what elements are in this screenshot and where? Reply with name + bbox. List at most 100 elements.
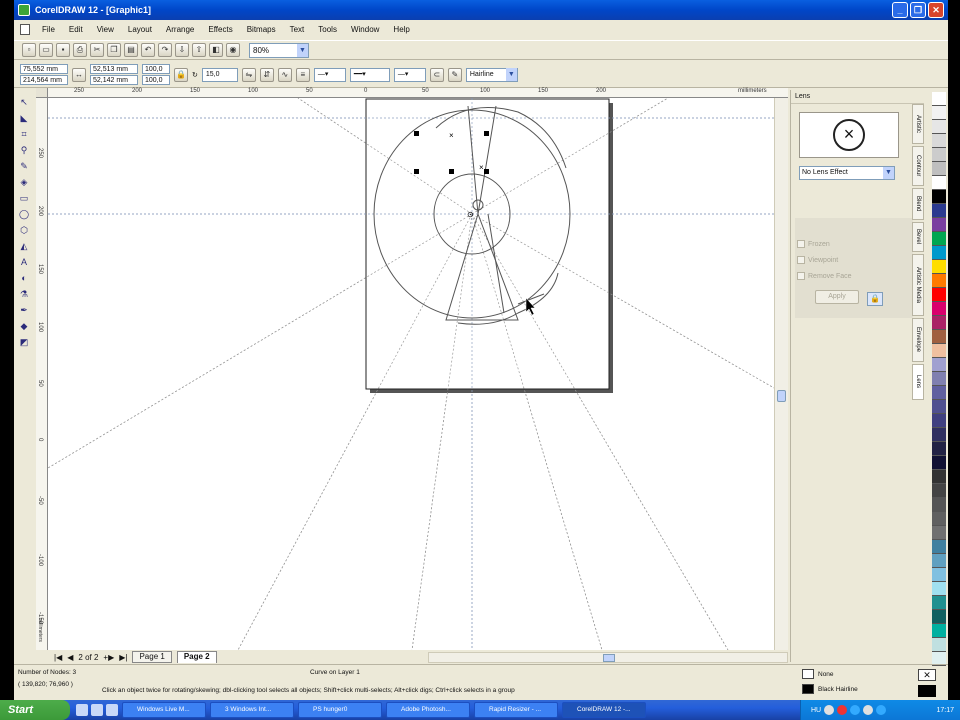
remove-face-checkbox[interactable]: Remove Face xyxy=(797,272,852,280)
tray-icon[interactable] xyxy=(863,705,874,715)
color-swatch[interactable] xyxy=(932,568,946,582)
quick-launch-icon[interactable] xyxy=(106,704,118,716)
smart-fill-tool-icon[interactable]: ◈ xyxy=(17,176,31,189)
maximize-button[interactable]: ❐ xyxy=(910,2,926,18)
color-swatch[interactable] xyxy=(932,512,946,526)
end-arrow-select[interactable]: —▾ xyxy=(393,67,426,82)
tab-artistic-media[interactable]: Artistic Media xyxy=(912,254,924,316)
chevron-down-icon[interactable]: ▼ xyxy=(883,167,894,179)
color-swatch[interactable] xyxy=(932,232,946,246)
menu-arrange[interactable]: Arrange xyxy=(164,25,196,34)
rotation-angle-field[interactable]: 15,0 xyxy=(201,67,238,82)
menu-layout[interactable]: Layout xyxy=(126,25,154,34)
color-swatch[interactable] xyxy=(932,414,946,428)
first-page-icon[interactable]: |◀ xyxy=(54,653,62,662)
minimize-button[interactable]: _ xyxy=(892,2,908,18)
menu-bitmaps[interactable]: Bitmaps xyxy=(245,25,278,34)
undo-icon[interactable]: ↶ xyxy=(141,43,155,57)
width-field[interactable]: 52,513 mm xyxy=(90,64,138,74)
zoom-level-select[interactable]: 80% ▼ xyxy=(249,42,309,58)
export-icon[interactable]: ⇧ xyxy=(192,43,206,57)
menu-file[interactable]: File xyxy=(40,25,57,34)
pick-tool-icon[interactable]: ↖ xyxy=(17,96,31,109)
node-handle[interactable] xyxy=(449,169,454,174)
vertical-scroll-thumb[interactable] xyxy=(777,390,786,402)
new-document-icon[interactable]: ▫ xyxy=(22,43,36,57)
menu-window[interactable]: Window xyxy=(349,25,381,34)
color-swatch[interactable] xyxy=(932,176,946,190)
color-swatch[interactable] xyxy=(932,582,946,596)
lock-ratio-icon[interactable]: 🔒 xyxy=(174,67,188,82)
interactive-blend-tool-icon[interactable]: ◐ xyxy=(17,272,31,285)
color-swatch[interactable] xyxy=(932,372,946,386)
lens-effect-select[interactable]: No Lens Effect ▼ xyxy=(799,166,895,180)
menu-text[interactable]: Text xyxy=(288,25,307,34)
tab-bevel[interactable]: Bevel xyxy=(912,222,924,252)
color-swatch[interactable] xyxy=(932,92,946,106)
color-swatch[interactable] xyxy=(932,428,946,442)
color-swatch[interactable] xyxy=(932,162,946,176)
lock-icon[interactable]: 🔒 xyxy=(867,292,883,306)
color-swatch[interactable] xyxy=(932,302,946,316)
mirror-vertical-icon[interactable]: ⇵ xyxy=(259,67,274,82)
color-swatch[interactable] xyxy=(932,540,946,554)
rectangle-tool-icon[interactable]: ▭ xyxy=(17,192,31,205)
color-swatch[interactable] xyxy=(932,148,946,162)
tab-contour[interactable]: Contour xyxy=(912,146,924,186)
no-fill-swatch-icon[interactable]: ✕ xyxy=(918,669,936,681)
color-swatch[interactable] xyxy=(932,638,946,652)
freehand-tool-icon[interactable]: ✎ xyxy=(17,160,31,173)
start-arrow-select[interactable]: —▾ xyxy=(313,67,346,82)
outline-color-swatch[interactable] xyxy=(918,685,936,697)
color-swatch[interactable] xyxy=(932,484,946,498)
color-swatch[interactable] xyxy=(932,204,946,218)
scale-y-field[interactable]: 100,0 xyxy=(142,75,170,85)
zoom-tool-icon[interactable]: ⚲ xyxy=(17,144,31,157)
close-curve-icon[interactable]: ⊂ xyxy=(429,67,444,82)
print-icon[interactable]: ⎙ xyxy=(73,43,87,57)
outline-pen-icon[interactable]: ✎ xyxy=(447,67,462,82)
text-tool-icon[interactable]: A xyxy=(17,256,31,269)
checkbox-box[interactable] xyxy=(797,240,805,248)
node-handle[interactable] xyxy=(484,131,489,136)
outline-width-select[interactable]: Hairline ▼ xyxy=(465,67,518,82)
color-swatch[interactable] xyxy=(932,120,946,134)
ellipse-tool-icon[interactable]: ◯ xyxy=(17,208,31,221)
color-swatch[interactable] xyxy=(932,134,946,148)
tray-icon[interactable] xyxy=(837,705,848,715)
tab-lens[interactable]: Lens xyxy=(912,364,924,400)
open-icon[interactable]: ▭ xyxy=(39,43,53,57)
color-palette[interactable] xyxy=(932,92,946,667)
color-swatch[interactable] xyxy=(932,596,946,610)
menu-help[interactable]: Help xyxy=(391,25,411,34)
tab-page-2[interactable]: Page 2 xyxy=(176,651,217,663)
node-handle[interactable] xyxy=(414,131,419,136)
document-icon[interactable] xyxy=(20,23,30,35)
close-button[interactable]: ✕ xyxy=(928,2,944,18)
crop-tool-icon[interactable]: ⌗ xyxy=(17,128,31,141)
node-handle[interactable] xyxy=(484,169,489,174)
import-icon[interactable]: ⇩ xyxy=(175,43,189,57)
taskbar-button[interactable]: Windows Live M... xyxy=(122,702,206,718)
tray-icon[interactable] xyxy=(850,705,861,715)
vertical-scrollbar[interactable] xyxy=(774,98,788,650)
shape-tool-icon[interactable]: ◣ xyxy=(17,112,31,125)
color-swatch[interactable] xyxy=(932,316,946,330)
y-position-field[interactable]: 214,564 mm xyxy=(20,75,68,85)
tab-blend[interactable]: Blend xyxy=(912,188,924,220)
color-swatch[interactable] xyxy=(932,442,946,456)
height-field[interactable]: 52,142 mm xyxy=(90,75,138,85)
checkbox-box[interactable] xyxy=(797,272,805,280)
copy-icon[interactable]: ❐ xyxy=(107,43,121,57)
basic-shapes-tool-icon[interactable]: ◭ xyxy=(17,240,31,253)
menu-tools[interactable]: Tools xyxy=(316,25,339,34)
checkbox-box[interactable] xyxy=(797,256,805,264)
taskbar-button[interactable]: Adobe Photosh... xyxy=(386,702,470,718)
chevron-down-icon[interactable]: ▼ xyxy=(505,68,517,81)
horizontal-ruler[interactable]: 250 200 150 100 50 0 50 100 150 200 mill… xyxy=(48,88,788,98)
color-swatch[interactable] xyxy=(932,470,946,484)
previous-page-icon[interactable]: ◀ xyxy=(67,653,73,662)
application-launcher-icon[interactable]: ◧ xyxy=(209,43,223,57)
color-swatch[interactable] xyxy=(932,246,946,260)
taskbar-button[interactable]: 3 Windows Int... xyxy=(210,702,294,718)
